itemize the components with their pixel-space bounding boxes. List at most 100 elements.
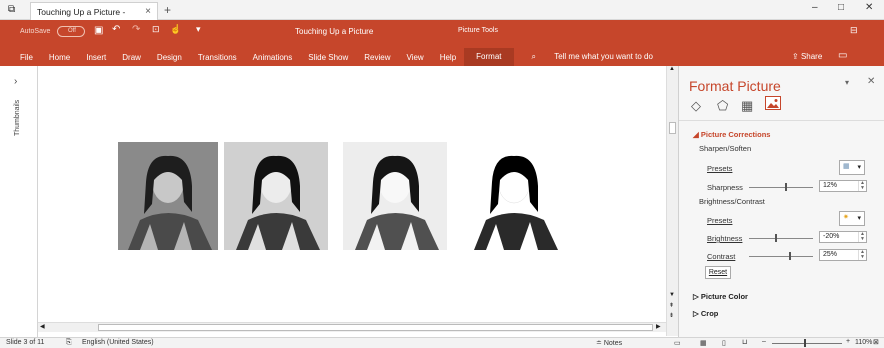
reset-button[interactable]: Reset bbox=[705, 266, 731, 279]
fit-to-window-icon[interactable]: ⊠ bbox=[873, 338, 879, 346]
vertical-scroll-thumb[interactable] bbox=[669, 122, 676, 134]
tab-insert[interactable]: Insert bbox=[78, 53, 114, 62]
ribbon-display-icon[interactable]: ⊟ bbox=[850, 25, 858, 36]
brightness-presets-dropdown[interactable]: ✷ ▾ bbox=[839, 211, 865, 226]
notes-icon: ≐ bbox=[596, 340, 604, 347]
start-presentation-icon[interactable]: ⊡ bbox=[152, 24, 160, 35]
contrast-slider-knob[interactable] bbox=[789, 252, 791, 260]
picture-icon[interactable] bbox=[765, 96, 781, 110]
expand-thumbnails-icon[interactable]: › bbox=[14, 76, 17, 87]
brightness-presets-label: Presets bbox=[707, 216, 733, 225]
autosave-toggle[interactable]: Off bbox=[57, 26, 85, 37]
reading-view-icon[interactable]: ▯ bbox=[722, 339, 726, 347]
picture-sharpened[interactable] bbox=[224, 142, 328, 250]
tab-format[interactable]: Format bbox=[464, 48, 514, 66]
zoom-slider[interactable] bbox=[772, 343, 842, 344]
close-tab-icon[interactable]: × bbox=[145, 6, 151, 17]
tab-animations[interactable]: Animations bbox=[245, 53, 301, 62]
slide-indicator[interactable]: Slide 3 of 11 bbox=[6, 339, 44, 346]
picture-corrections-section[interactable]: ◢ Picture Corrections bbox=[693, 130, 770, 139]
spin-arrows-icon-3[interactable]: ▲ ▼ bbox=[858, 250, 866, 260]
browser-tab-title: Touching Up a Picture - bbox=[37, 6, 126, 17]
vertical-scrollbar[interactable]: ▲ ▼ ⇞ ⇟ bbox=[666, 66, 678, 336]
tab-design[interactable]: Design bbox=[149, 53, 190, 62]
undo-icon[interactable]: ↶ bbox=[112, 24, 120, 35]
zoom-slider-knob[interactable] bbox=[804, 339, 806, 347]
browser-tab[interactable]: Touching Up a Picture - × bbox=[30, 2, 158, 20]
customize-qat-icon[interactable]: ▾ bbox=[196, 24, 201, 35]
horizontal-scrollbar[interactable]: ◀ ▶ bbox=[38, 322, 666, 332]
collapse-icon: ◢ bbox=[693, 130, 701, 139]
picture-tools-label: Picture Tools bbox=[458, 27, 498, 34]
previous-slide-icon[interactable]: ⇞ bbox=[669, 302, 674, 309]
tab-file[interactable]: File bbox=[0, 53, 41, 62]
zoom-level[interactable]: 110% bbox=[855, 339, 872, 346]
scroll-down-icon[interactable]: ▼ bbox=[669, 292, 675, 298]
scroll-left-icon[interactable]: ◀ bbox=[40, 323, 45, 330]
tab-review[interactable]: Review bbox=[356, 53, 398, 62]
fill-line-icon[interactable]: ◇ bbox=[691, 98, 701, 114]
minimize-button[interactable]: – bbox=[812, 2, 818, 13]
share-button[interactable]: ⇪ Share bbox=[792, 52, 822, 61]
sharpness-spinbox[interactable]: 12% ▲ ▼ bbox=[819, 180, 867, 192]
brightness-spinbox[interactable]: -20% ▲ ▼ bbox=[819, 231, 867, 243]
normal-view-icon[interactable]: ▭ bbox=[674, 339, 681, 347]
spell-check-icon[interactable]: ⎘ bbox=[66, 339, 72, 347]
tab-transitions[interactable]: Transitions bbox=[190, 53, 245, 62]
picture-original[interactable] bbox=[118, 142, 218, 250]
pane-divider bbox=[679, 120, 884, 121]
tab-home[interactable]: Home bbox=[41, 53, 78, 62]
brightness-preset-icon: ✷ bbox=[843, 214, 849, 221]
close-pane-icon[interactable]: ✕ bbox=[867, 76, 875, 87]
sharpness-slider[interactable] bbox=[749, 187, 813, 188]
tab-help[interactable]: Help bbox=[432, 53, 464, 62]
tab-draw[interactable]: Draw bbox=[114, 53, 149, 62]
horizontal-scroll-thumb[interactable] bbox=[98, 324, 653, 331]
crop-section[interactable]: ▷ Crop bbox=[693, 309, 718, 318]
size-properties-icon[interactable]: ▦ bbox=[741, 98, 753, 114]
tab-slide-show[interactable]: Slide Show bbox=[300, 53, 356, 62]
spin-arrows-icon-2[interactable]: ▲ ▼ bbox=[858, 232, 866, 242]
zoom-out-icon[interactable]: – bbox=[762, 338, 766, 345]
expand-icon: ▷ bbox=[693, 292, 701, 301]
spin-arrows-icon[interactable]: ▲ ▼ bbox=[858, 181, 866, 191]
tell-me-text: Tell me what you want to do bbox=[554, 52, 653, 61]
dropdown-arrow-icon: ▾ bbox=[857, 164, 861, 171]
picture-high-contrast[interactable] bbox=[462, 142, 566, 250]
pane-options-icon[interactable]: ▾ bbox=[845, 78, 849, 87]
picture-brightened[interactable] bbox=[343, 142, 447, 250]
comments-icon[interactable]: ▭ bbox=[838, 50, 847, 61]
slide-canvas[interactable] bbox=[38, 66, 666, 322]
contrast-value: 25% bbox=[823, 251, 838, 258]
tab-view[interactable]: View bbox=[399, 53, 432, 62]
maximize-button[interactable]: □ bbox=[838, 2, 844, 13]
next-slide-icon[interactable]: ⇟ bbox=[669, 312, 674, 319]
new-tab-button[interactable]: + bbox=[164, 3, 171, 17]
language-indicator[interactable]: English (United States) bbox=[82, 339, 154, 346]
save-icon[interactable]: ▣ bbox=[94, 25, 103, 36]
contrast-spinbox[interactable]: 25% ▲ ▼ bbox=[819, 249, 867, 261]
scroll-right-icon[interactable]: ▶ bbox=[656, 323, 661, 330]
effects-icon[interactable]: ⬠ bbox=[717, 98, 728, 114]
close-window-button[interactable]: ✕ bbox=[865, 2, 873, 13]
contrast-slider[interactable] bbox=[749, 256, 813, 257]
scroll-up-icon[interactable]: ▲ bbox=[669, 66, 675, 72]
picture-color-section[interactable]: ▷ Picture Color bbox=[693, 292, 748, 301]
thumbnails-label: Thumbnails bbox=[14, 99, 21, 136]
brightness-contrast-label: Brightness/Contrast bbox=[699, 197, 765, 206]
autosave-label: AutoSave bbox=[20, 28, 51, 35]
slide-sorter-icon[interactable]: ▦ bbox=[700, 339, 707, 347]
thumbnails-pane[interactable]: › Thumbnails bbox=[0, 66, 38, 337]
brightness-slider[interactable] bbox=[749, 238, 813, 239]
redo-icon[interactable]: ↷ bbox=[132, 24, 140, 35]
zoom-in-icon[interactable]: + bbox=[846, 338, 850, 345]
notes-button[interactable]: ≐ Notes bbox=[596, 339, 622, 347]
dropdown-arrow-icon-2: ▾ bbox=[857, 215, 861, 222]
touch-mode-icon[interactable]: ☝ bbox=[170, 24, 181, 35]
brightness-slider-knob[interactable] bbox=[775, 234, 777, 242]
sharpen-presets-dropdown[interactable]: ▦ ▾ bbox=[839, 160, 865, 175]
sharpness-slider-knob[interactable] bbox=[785, 183, 787, 191]
tell-me-search[interactable]: ⌕ Tell me what you want to do bbox=[514, 52, 669, 62]
tab-actions-icon[interactable]: ⧉ bbox=[8, 4, 15, 15]
slide-show-icon[interactable]: ⊔ bbox=[742, 338, 747, 346]
